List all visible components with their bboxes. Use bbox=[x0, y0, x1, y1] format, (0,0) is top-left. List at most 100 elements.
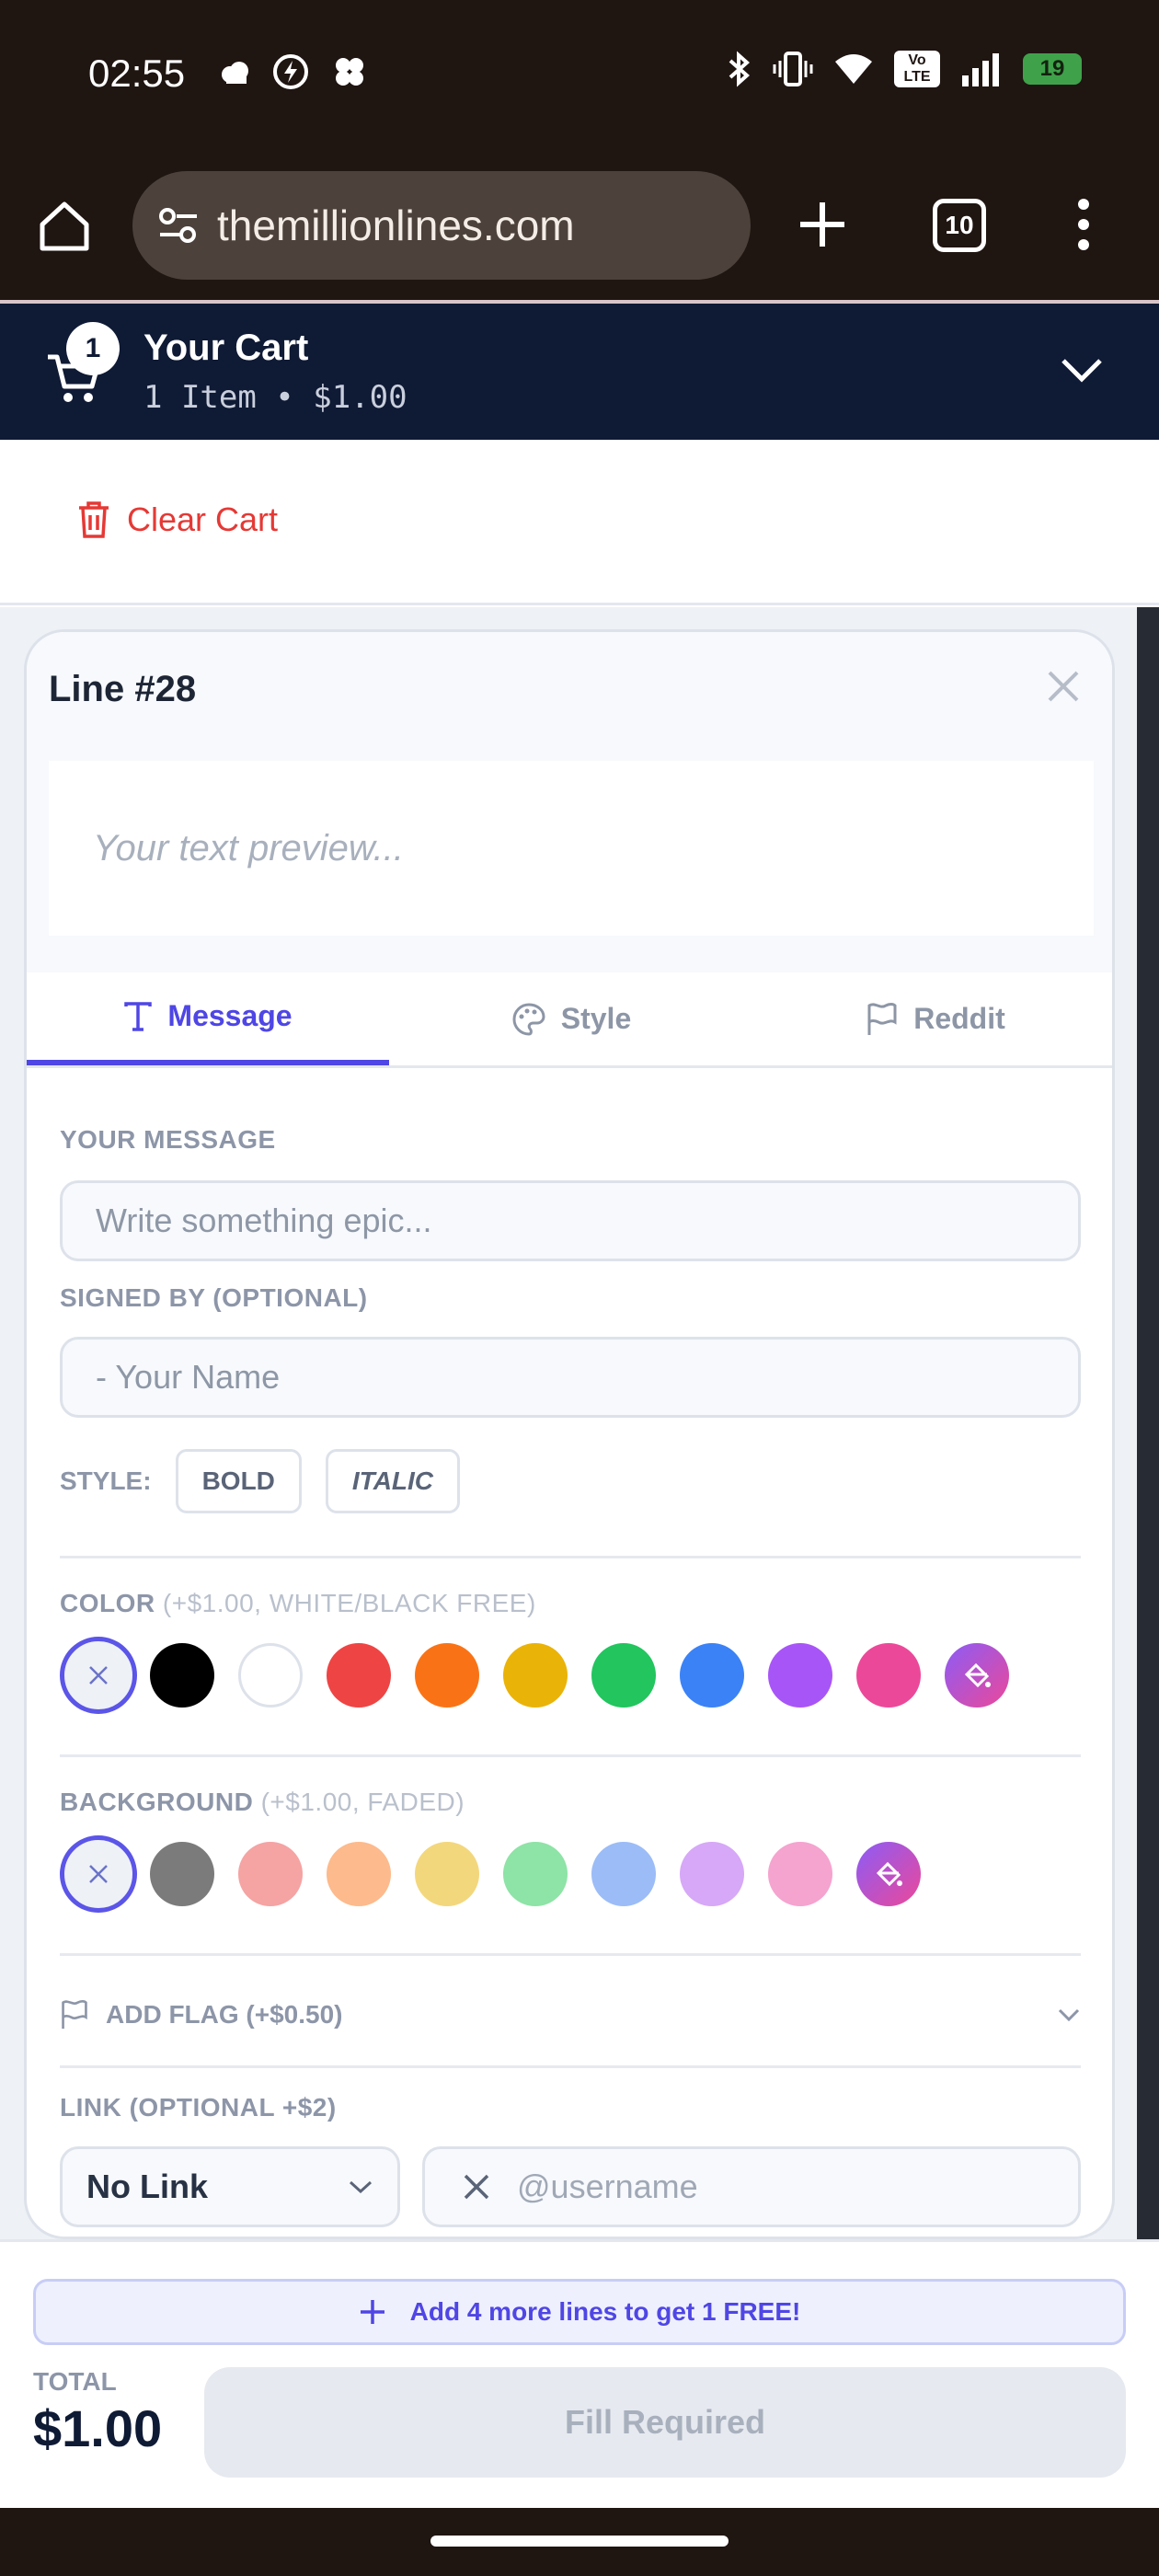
italic-button[interactable]: ITALIC bbox=[325, 1449, 461, 1513]
style-label: STYLE: bbox=[60, 1466, 152, 1495]
color-swatch[interactable] bbox=[415, 1643, 479, 1708]
background-swatch[interactable] bbox=[150, 1842, 214, 1906]
background-swatch[interactable] bbox=[591, 1842, 656, 1906]
tab-message-label: Message bbox=[167, 999, 293, 1032]
color-swatch[interactable] bbox=[238, 1643, 303, 1708]
checkout-footer: Add 4 more lines to get 1 FREE! TOTAL $1… bbox=[0, 2239, 1159, 2508]
add-flag-label: ADD FLAG (+$0.50) bbox=[106, 2000, 343, 2029]
color-none-swatch[interactable] bbox=[60, 1637, 137, 1714]
battery-icon: 19 bbox=[1023, 53, 1082, 85]
message-input[interactable]: Write something epic... bbox=[60, 1180, 1081, 1261]
paint-bucket-icon bbox=[964, 1662, 991, 1688]
text-icon bbox=[124, 1001, 153, 1031]
color-label: COLOR (+$1.00, WHITE/BLACK FREE) bbox=[60, 1589, 536, 1618]
close-icon bbox=[89, 1865, 108, 1883]
cart-items-list[interactable]: Line #28 Your text preview... Message St… bbox=[0, 607, 1159, 2239]
background-swatch[interactable] bbox=[327, 1842, 391, 1906]
background-swatch[interactable] bbox=[503, 1842, 568, 1906]
cart-header[interactable]: Your Cart 1 Item • $1.00 bbox=[0, 304, 1159, 440]
more-menu-icon[interactable] bbox=[1074, 197, 1093, 252]
background-swatch[interactable] bbox=[680, 1842, 744, 1906]
cart-summary: 1 Item • $1.00 bbox=[143, 379, 407, 416]
clear-cart-button[interactable]: Clear Cart bbox=[77, 500, 278, 539]
tab-style[interactable]: Style bbox=[389, 972, 753, 1065]
chevron-down-icon bbox=[1058, 2008, 1080, 2022]
flash-icon bbox=[273, 54, 308, 89]
cart-actions: Clear Cart bbox=[0, 440, 1159, 605]
bold-button[interactable]: BOLD bbox=[175, 1449, 302, 1513]
link-type-select[interactable]: No Link bbox=[60, 2146, 400, 2227]
clock: 02:55 bbox=[88, 52, 186, 95]
color-swatch[interactable] bbox=[768, 1643, 832, 1708]
background-swatch[interactable] bbox=[415, 1842, 479, 1906]
tab-reddit[interactable]: Reddit bbox=[753, 972, 1112, 1065]
new-tab-icon[interactable] bbox=[797, 199, 848, 250]
background-swatch[interactable] bbox=[768, 1842, 832, 1906]
close-icon[interactable] bbox=[1046, 669, 1081, 704]
divider bbox=[60, 1953, 1081, 1956]
tab-switcher-button[interactable]: 10 bbox=[933, 199, 986, 252]
background-none-swatch[interactable] bbox=[60, 1835, 137, 1913]
navigation-bar bbox=[0, 2508, 1159, 2576]
signed-by-input[interactable]: - Your Name bbox=[60, 1337, 1081, 1418]
color-custom-swatch[interactable] bbox=[945, 1643, 1009, 1708]
color-swatch[interactable] bbox=[503, 1643, 568, 1708]
tab-style-label: Style bbox=[560, 1002, 632, 1035]
color-swatch[interactable] bbox=[856, 1643, 921, 1708]
background-custom-swatch[interactable] bbox=[856, 1842, 921, 1906]
close-icon bbox=[89, 1666, 108, 1685]
username-input[interactable]: @username bbox=[422, 2146, 1081, 2227]
background-swatch[interactable] bbox=[238, 1842, 303, 1906]
promo-banner[interactable]: Add 4 more lines to get 1 FREE! bbox=[33, 2279, 1126, 2345]
palette-icon bbox=[512, 1002, 545, 1036]
divider bbox=[60, 2065, 1081, 2068]
line-item-card: Line #28 Your text preview... Message St… bbox=[24, 629, 1115, 2239]
add-flag-toggle[interactable]: ADD FLAG (+$0.50) bbox=[60, 1999, 1081, 2030]
flower-icon bbox=[336, 58, 363, 86]
site-settings-icon[interactable] bbox=[156, 205, 201, 246]
line-title: Line #28 bbox=[49, 669, 197, 709]
background-label: BACKGROUND (+$1.00, FADED) bbox=[60, 1788, 465, 1817]
browser-toolbar: themillionlines.com 10 bbox=[0, 147, 1159, 304]
flag-icon bbox=[62, 2000, 87, 2030]
total-value: $1.00 bbox=[33, 2399, 163, 2457]
background-swatches bbox=[60, 1835, 921, 1913]
notification-icons bbox=[219, 53, 368, 90]
clear-cart-label: Clear Cart bbox=[127, 500, 279, 538]
x-icon bbox=[464, 2174, 489, 2200]
vibrate-icon bbox=[773, 52, 813, 86]
chevron-down-icon[interactable] bbox=[1058, 353, 1106, 386]
signed-by-label: SIGNED BY (OPTIONAL) bbox=[60, 1283, 368, 1312]
card-header: Line #28 bbox=[27, 632, 1112, 761]
background-label-text: BACKGROUND bbox=[60, 1788, 254, 1816]
total-label: TOTAL bbox=[33, 2367, 117, 2396]
color-swatch[interactable] bbox=[591, 1643, 656, 1708]
color-swatch[interactable] bbox=[150, 1643, 214, 1708]
bluetooth-icon bbox=[729, 51, 751, 87]
color-note: (+$1.00, WHITE/BLACK FREE) bbox=[162, 1589, 536, 1617]
promo-text: Add 4 more lines to get 1 FREE! bbox=[409, 2297, 801, 2326]
link-label: LINK (OPTIONAL +$2) bbox=[60, 2093, 337, 2122]
background-note: (+$1.00, FADED) bbox=[260, 1788, 465, 1816]
color-swatches bbox=[60, 1637, 1009, 1714]
address-bar[interactable]: themillionlines.com bbox=[132, 171, 751, 280]
tab-message[interactable]: Message bbox=[27, 972, 389, 1065]
flag-icon bbox=[867, 1002, 897, 1035]
preview-container: Your text preview... bbox=[27, 761, 1112, 972]
message-label: YOUR MESSAGE bbox=[60, 1125, 276, 1154]
editor-tabs: Message Style Reddit bbox=[27, 972, 1112, 1068]
home-icon[interactable] bbox=[37, 199, 92, 254]
home-gesture-handle[interactable] bbox=[430, 2536, 729, 2547]
cart-count-badge: 1 bbox=[66, 322, 120, 375]
scrollbar[interactable] bbox=[1137, 607, 1159, 2239]
signal-icon bbox=[962, 53, 999, 86]
link-type-value: No Link bbox=[86, 2168, 208, 2205]
divider bbox=[60, 1556, 1081, 1558]
paint-bucket-icon bbox=[876, 1861, 902, 1887]
username-placeholder: @username bbox=[517, 2168, 698, 2205]
fill-required-button[interactable]: Fill Required bbox=[204, 2367, 1126, 2478]
color-swatch[interactable] bbox=[327, 1643, 391, 1708]
color-swatch[interactable] bbox=[680, 1643, 744, 1708]
system-icons: Vo LTE 19 bbox=[725, 50, 1082, 88]
chevron-down-icon bbox=[349, 2180, 373, 2194]
